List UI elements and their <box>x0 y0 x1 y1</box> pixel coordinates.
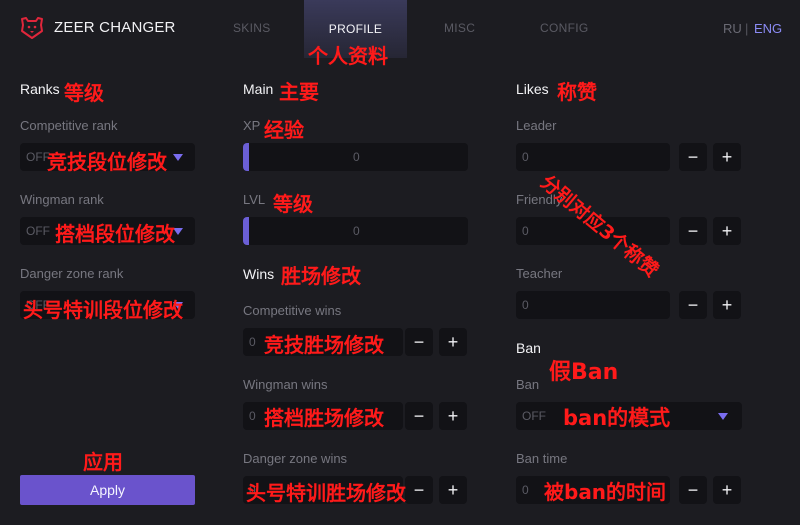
lvl-slider-fill <box>243 217 249 245</box>
leader-input[interactable]: 0 <box>516 143 670 171</box>
main-heading: Main <box>243 81 274 97</box>
teacher-value: 0 <box>522 298 529 312</box>
annotation-wins: 胜场修改 <box>281 264 361 288</box>
competitive-wins-minus-button[interactable]: − <box>405 328 433 356</box>
chevron-down-icon <box>173 154 183 161</box>
chevron-down-icon <box>718 413 728 420</box>
annotation-apply: 应用 <box>83 450 123 474</box>
lang-ru-button[interactable]: RU <box>723 21 742 36</box>
likes-heading: Likes <box>516 81 549 97</box>
ban-mode-value: OFF <box>522 409 546 423</box>
teacher-input[interactable]: 0 <box>516 291 670 319</box>
lvl-slider[interactable]: 0 <box>243 217 468 245</box>
competitive-wins-label: Competitive wins <box>243 303 342 318</box>
ban-label: Ban <box>516 377 540 392</box>
annotation-wingman-wins: 搭档胜场修改 <box>264 406 384 430</box>
leader-minus-button[interactable]: − <box>679 143 707 171</box>
lvl-value: 0 <box>353 224 360 238</box>
ban-time-value: 0 <box>522 483 529 497</box>
annotation-ranks: 等级 <box>64 81 104 105</box>
tab-misc[interactable]: MISC <box>444 21 475 35</box>
wingman-wins-minus-button[interactable]: − <box>405 402 433 430</box>
annotation-profile: 个人资料 <box>308 44 388 68</box>
wingman-wins-value: 0 <box>249 409 256 423</box>
leader-plus-button[interactable]: + <box>713 143 741 171</box>
ban-time-label: Ban time <box>516 451 568 466</box>
leader-value: 0 <box>522 150 529 164</box>
annotation-ban-mode: ban的模式 <box>563 406 671 430</box>
lvl-label: LVL <box>243 192 266 207</box>
tab-skins[interactable]: SKINS <box>233 21 271 35</box>
wins-heading: Wins <box>243 266 275 282</box>
wingman-rank-value: OFF <box>26 224 50 238</box>
teacher-label: Teacher <box>516 266 563 281</box>
tab-config[interactable]: CONFIG <box>540 21 588 35</box>
ranks-heading: Ranks <box>20 81 60 97</box>
danger-wins-minus-button[interactable]: − <box>405 476 433 504</box>
annotation-lvl: 等级 <box>273 192 313 216</box>
wingman-rank-label: Wingman rank <box>20 192 104 207</box>
teacher-plus-button[interactable]: + <box>713 291 741 319</box>
friendly-minus-button[interactable]: − <box>679 217 707 245</box>
apply-button[interactable]: Apply <box>20 475 195 505</box>
lang-eng-button[interactable]: ENG <box>754 21 782 36</box>
friendly-plus-button[interactable]: + <box>713 217 741 245</box>
ban-time-plus-button[interactable]: + <box>713 476 741 504</box>
annotation-competitive-rank: 竞技段位修改 <box>47 150 167 174</box>
teacher-minus-button[interactable]: − <box>679 291 707 319</box>
ban-heading: Ban <box>516 340 541 356</box>
xp-label: XP <box>243 118 261 133</box>
competitive-wins-plus-button[interactable]: + <box>439 328 467 356</box>
annotation-ban-time: 被ban的时间 <box>544 480 667 504</box>
annotation-xp: 经验 <box>264 118 304 142</box>
lang-separator: | <box>745 21 749 36</box>
annotation-fake-ban: 假Ban <box>549 360 619 385</box>
danger-wins-label: Danger zone wins <box>243 451 348 466</box>
bear-logo-icon <box>21 17 43 39</box>
danger-rank-label: Danger zone rank <box>20 266 124 281</box>
competitive-rank-label: Competitive rank <box>20 118 118 133</box>
danger-wins-plus-button[interactable]: + <box>439 476 467 504</box>
xp-slider[interactable]: 0 <box>243 143 468 171</box>
annotation-danger-wins: 头号特训胜场修改 <box>246 481 406 505</box>
annotation-main: 主要 <box>279 80 319 104</box>
xp-slider-fill <box>243 143 249 171</box>
competitive-wins-value: 0 <box>249 335 256 349</box>
annotation-likes: 称赞 <box>557 80 597 104</box>
wingman-wins-plus-button[interactable]: + <box>439 402 467 430</box>
ban-time-minus-button[interactable]: − <box>679 476 707 504</box>
annotation-danger-rank: 头号特训段位修改 <box>23 298 183 322</box>
annotation-competitive-wins: 竞技胜场修改 <box>264 333 384 357</box>
xp-value: 0 <box>353 150 360 164</box>
annotation-wingman-rank: 搭档段位修改 <box>55 222 175 246</box>
app-title: ZEER CHANGER <box>54 19 176 36</box>
friendly-value: 0 <box>522 224 529 238</box>
leader-label: Leader <box>516 118 557 133</box>
wingman-wins-label: Wingman wins <box>243 377 328 392</box>
